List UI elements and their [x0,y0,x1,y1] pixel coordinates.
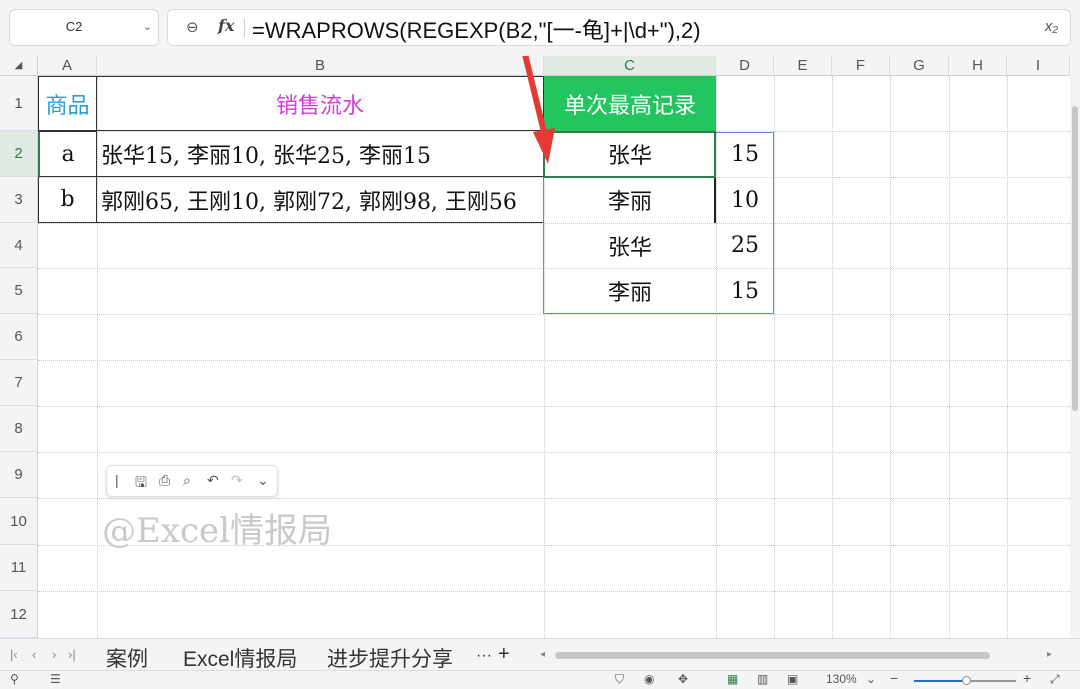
tab-sheet-1[interactable]: 案例 [106,643,148,673]
first-sheet-icon[interactable]: |‹ [10,647,18,662]
row-header-10[interactable]: 10 [0,498,38,545]
cell-a1[interactable]: 商品 [38,76,97,131]
zoom-slider-knob[interactable] [962,676,972,685]
next-sheet-icon[interactable]: › [52,647,56,662]
formula-separator [244,19,245,37]
undo-icon[interactable]: ↶ [207,472,219,489]
column-header-b[interactable]: B [97,56,544,76]
zoom-out-button[interactable]: − [890,670,898,686]
grid-line-vertical [1007,76,1008,638]
column-header-g[interactable]: G [890,56,949,76]
row-header-6[interactable]: 6 [0,314,38,360]
cell-a2[interactable]: a [38,131,97,177]
print-icon[interactable]: ⎙ [159,472,170,489]
cell-b1[interactable]: 销售流水 [97,76,544,131]
grid-line-horizontal [38,591,1070,592]
column-header-d[interactable]: D [716,56,774,76]
grid-line-horizontal [38,498,1070,499]
grid-line-vertical [774,76,775,638]
macro-icon[interactable]: ⚲ [10,672,19,686]
text-cursor-icon[interactable]: | [115,472,119,488]
select-all-corner[interactable]: ◢ [0,56,38,76]
chevron-down-icon[interactable]: ⌄ [143,20,152,33]
grid-line-horizontal [38,360,1070,361]
formula-text[interactable]: =WRAPROWS(REGEXP(B2,"[一-龟]+|\d+"),2) [252,13,701,45]
column-header-a[interactable]: A [38,56,97,76]
protect-icon[interactable]: ⛉ [615,672,624,687]
add-sheet-button[interactable]: + [498,643,510,666]
sheet-list-icon[interactable]: ☰ [50,672,61,686]
freeze-panes-icon[interactable]: ✥ [678,672,688,686]
zoom-slider-fill [914,680,967,682]
clear-formula-icon[interactable]: x₂ [1045,18,1058,35]
cell-a3[interactable]: b [38,177,97,223]
spreadsheet-grid[interactable]: ◢ ABCDEFGHI 1 2 3 4 5 6 7 8 9 10 11 12 商品 销售流水 单次最高… [0,56,1070,638]
row-header-2[interactable]: 2 [0,131,38,177]
prev-sheet-icon[interactable]: ‹ [32,647,36,662]
column-header-i[interactable]: I [1007,56,1070,76]
normal-view-icon[interactable]: ▦ [727,672,738,686]
row-header-1[interactable]: 1 [0,76,38,131]
grid-line-vertical [832,76,833,638]
column-header-c[interactable]: C [544,56,716,76]
row-header-5[interactable]: 5 [0,268,38,314]
last-sheet-icon[interactable]: ›| [68,647,76,662]
formula-bar[interactable]: ⊖ fx =WRAPROWS(REGEXP(B2,"[一-龟]+|\d+"),2… [167,9,1071,46]
chevron-down-icon[interactable]: ⌄ [257,472,269,489]
grid-line-vertical [890,76,891,638]
grid-line-horizontal [38,452,1070,453]
column-header-e[interactable]: E [774,56,832,76]
redo-icon[interactable]: ↷ [231,472,243,489]
cell-c1[interactable]: 单次最高记录 [544,76,716,131]
scroll-right-icon[interactable]: ▸ [1047,649,1052,660]
page-break-icon[interactable]: ▣ [787,672,798,686]
zoom-slider[interactable] [914,676,1016,685]
page-layout-icon[interactable]: ▥ [757,672,768,686]
row-header-4[interactable]: 4 [0,223,38,268]
row-header-11[interactable]: 11 [0,545,38,591]
zoom-level[interactable]: 130% [826,672,857,686]
cell-reference: C2 [65,19,83,34]
active-cell-border [543,131,716,178]
column-header-f[interactable]: F [832,56,890,76]
tab-sheet-3[interactable]: 进步提升分享 [327,643,453,673]
column-header-h[interactable]: H [949,56,1007,76]
status-bar: ⚲ ☰ ⛉ ◉ ✥ ▦ ▥ ▣ 130% ⌄ − + ⤢ [0,670,1080,689]
annotation-arrow [522,56,555,164]
function-icon[interactable]: fx [218,16,234,35]
row-header-9[interactable]: 9 [0,452,38,498]
more-sheets-button[interactable]: ··· [476,647,492,665]
grid-line-vertical [949,76,950,638]
print-preview-icon[interactable]: ⌕ [183,472,191,489]
cell-b2[interactable]: 张华15, 李丽10, 张华25, 李丽15 [97,131,544,177]
tab-sheet-2[interactable]: Excel情报局 [183,643,297,673]
fullscreen-icon[interactable]: ⤢ [1050,672,1060,687]
zoom-in-button[interactable]: + [1023,670,1031,686]
cell-b3[interactable]: 郭刚65, 王刚10, 郭刚72, 郭刚98, 王刚56 [97,177,544,223]
horizontal-scroll-thumb[interactable] [555,652,990,659]
row-header-12[interactable]: 12 [0,591,38,638]
watermark: @Excel情报局 [102,511,333,551]
row-header-3[interactable]: 3 [0,177,38,223]
row-header-7[interactable]: 7 [0,360,38,406]
row-header-8[interactable]: 8 [0,406,38,452]
chevron-down-icon[interactable]: ⌄ [866,672,876,686]
save-icon[interactable]: 🖫 [135,472,147,496]
sheet-tab-bar: |‹ ‹ › ›| 案例 Excel情报局 进步提升分享 ··· + ◂ ▸ [0,638,1080,673]
vertical-scroll-thumb[interactable] [1072,106,1078,411]
eye-protection-icon[interactable]: ◉ [644,672,654,686]
grid-line-horizontal [38,314,1070,315]
scroll-left-icon[interactable]: ◂ [540,649,545,660]
grid-line-horizontal [38,406,1070,407]
name-box[interactable]: C2 ⌄ [9,9,159,46]
floating-toolbar[interactable]: | 🖫 ⎙ ⌕ ↶ ↷ ⌄ [106,465,278,497]
zoom-out-icon[interactable]: ⊖ [186,18,199,36]
vertical-scrollbar[interactable] [1070,56,1080,638]
